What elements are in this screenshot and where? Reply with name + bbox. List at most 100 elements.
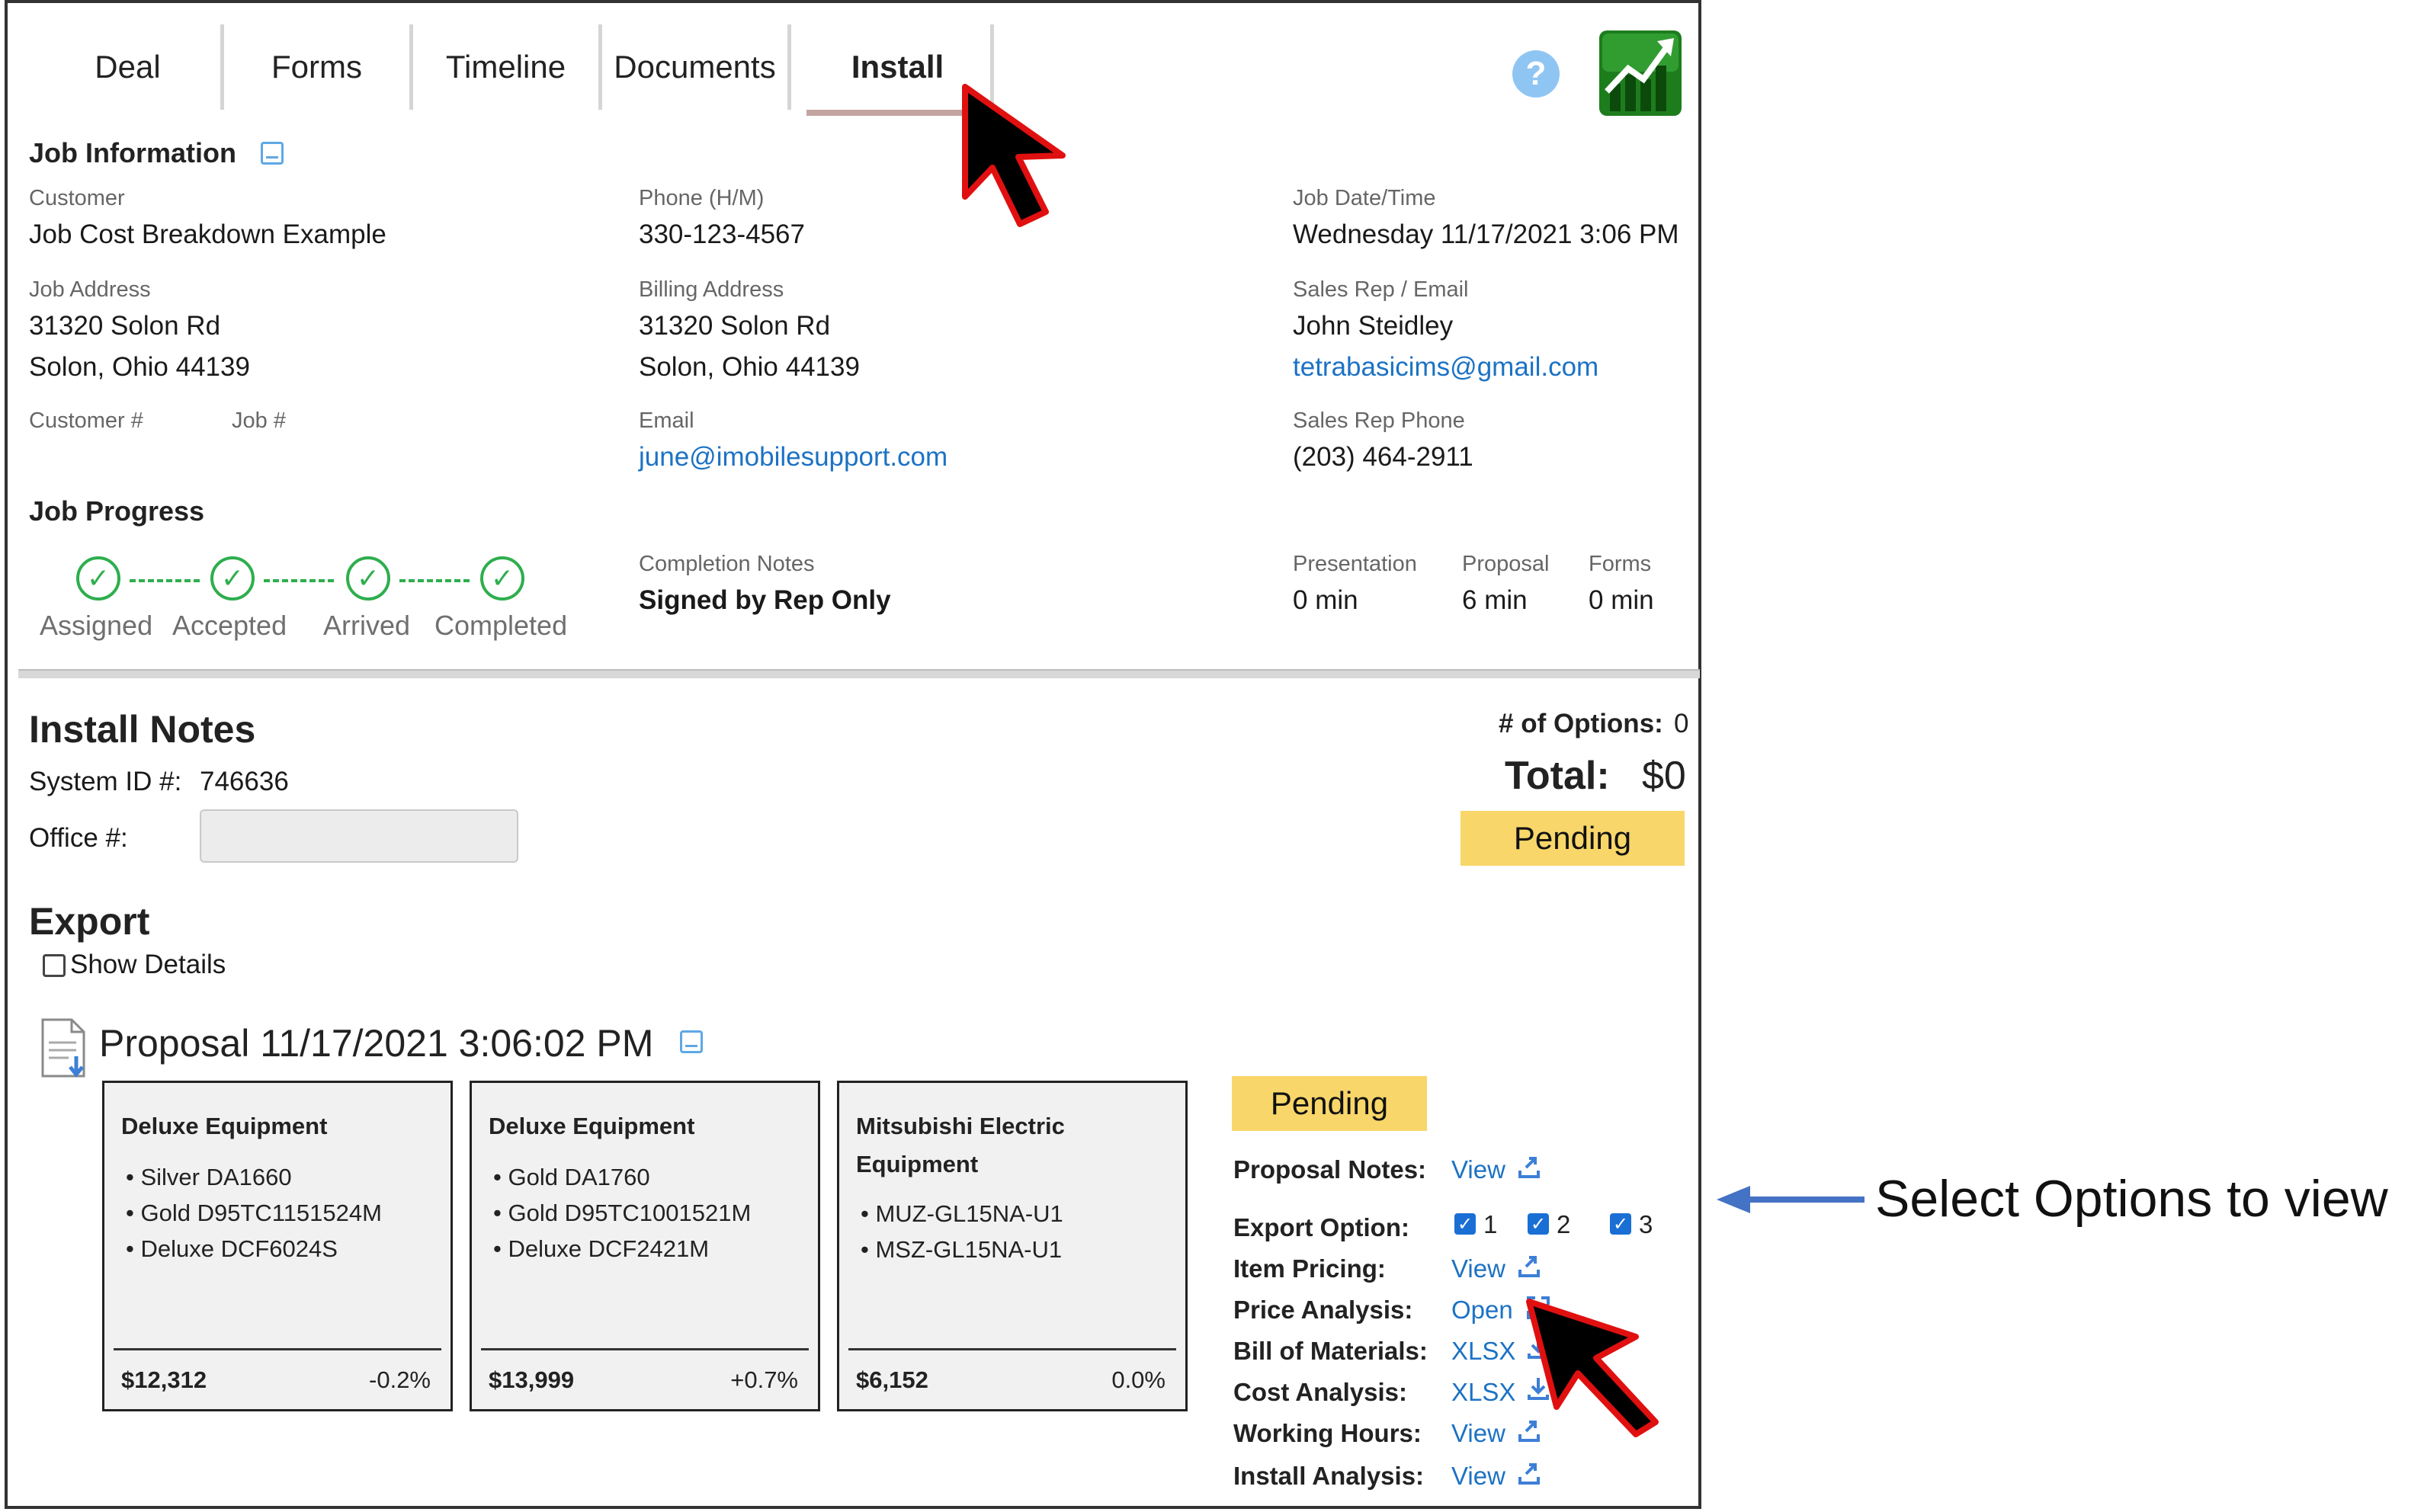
edit-icon[interactable]: [261, 142, 284, 165]
presentation-time-value: 0 min: [1293, 585, 1358, 615]
status-badge: Pending: [1460, 811, 1685, 866]
option-card-price: $13,999: [489, 1366, 575, 1393]
progress-connector: [399, 579, 470, 582]
job-date-value: Wednesday 11/17/2021 3:06 PM: [1293, 219, 1679, 249]
option-card-item: Deluxe DCF6024S: [126, 1231, 382, 1267]
help-icon[interactable]: ?: [1512, 50, 1560, 98]
sales-rep-name: John Steidley: [1293, 311, 1454, 341]
price-analysis-open-link[interactable]: Open: [1451, 1296, 1513, 1325]
option-card-item: MUZ-GL15NA-U1: [861, 1196, 1063, 1232]
bill-of-materials-xlsx-link[interactable]: XLSX: [1451, 1337, 1515, 1366]
export-option-number: 2: [1557, 1210, 1571, 1238]
office-number-label: Office #:: [29, 823, 128, 853]
document-download-icon: [41, 1018, 85, 1078]
proposal-notes-view-link[interactable]: View: [1451, 1155, 1505, 1184]
progress-step-accepted: Accepted: [172, 610, 287, 641]
completion-notes-label: Completion Notes: [639, 552, 815, 576]
option-card-item: MSZ-GL15NA-U1: [861, 1232, 1063, 1267]
tab-deal[interactable]: Deal: [35, 24, 224, 110]
option-card-item: Deluxe DCF2421M: [493, 1231, 751, 1267]
progress-step-assigned: Assigned: [40, 610, 153, 641]
price-analysis-label: Price Analysis:: [1233, 1296, 1413, 1324]
options-count-value: 0: [1674, 709, 1689, 738]
option-card-price: $6,152: [856, 1366, 928, 1393]
option-card-item: Gold D95TC1151524M: [126, 1195, 382, 1231]
export-option-number: 3: [1639, 1210, 1653, 1238]
card-divider: [114, 1348, 441, 1350]
tab-timeline[interactable]: Timeline: [413, 24, 602, 110]
tab-forms[interactable]: Forms: [224, 24, 413, 110]
option-card[interactable]: Deluxe Equipment Silver DA1660 Gold D95T…: [102, 1081, 453, 1411]
total-value: $0: [1642, 754, 1686, 798]
item-pricing-view-link[interactable]: View: [1451, 1254, 1505, 1283]
external-view-icon[interactable]: [1517, 1155, 1541, 1180]
cursor-arrow-icon: [962, 84, 1066, 227]
progress-connector: [264, 579, 334, 582]
sales-rep-phone-value: (203) 464-2911: [1293, 442, 1473, 472]
system-id-value: 746636: [200, 767, 289, 796]
presentation-time-label: Presentation: [1293, 552, 1417, 576]
card-divider: [481, 1348, 809, 1350]
proposal-time-label: Proposal: [1462, 552, 1550, 576]
external-view-icon[interactable]: [1517, 1254, 1541, 1279]
install-panel: Deal Forms Timeline Documents Install ? …: [5, 0, 1701, 1509]
billing-address-line2: Solon, Ohio 44139: [639, 352, 860, 382]
option-card-percent: 0.0%: [1111, 1366, 1166, 1393]
external-view-icon[interactable]: [1517, 1462, 1541, 1486]
billing-address-line1: 31320 Solon Rd: [639, 311, 831, 341]
export-option-checkbox-3[interactable]: ✓: [1610, 1213, 1631, 1235]
install-notes-title: Install Notes: [29, 708, 256, 751]
progress-connector: [130, 579, 200, 582]
export-option-label: Export Option:: [1233, 1213, 1409, 1241]
option-card[interactable]: Mitsubishi Electric Equipment MUZ-GL15NA…: [837, 1081, 1188, 1411]
customer-value: Job Cost Breakdown Example: [29, 219, 386, 249]
customer-label: Customer: [29, 186, 125, 210]
system-id-label: System ID #:: [29, 767, 182, 796]
sales-rep-email-link[interactable]: tetrabasicims@gmail.com: [1293, 352, 1598, 383]
export-option-checkbox-2[interactable]: ✓: [1528, 1213, 1549, 1235]
sales-rep-phone-label: Sales Rep Phone: [1293, 408, 1465, 433]
export-option-checkbox-1[interactable]: ✓: [1454, 1213, 1476, 1235]
sales-rep-label: Sales Rep / Email: [1293, 277, 1469, 302]
app-logo: [1599, 30, 1682, 116]
option-card-item: Silver DA1660: [126, 1159, 382, 1195]
edit-icon[interactable]: [680, 1030, 703, 1053]
office-number-input[interactable]: [200, 809, 518, 863]
email-label: Email: [639, 408, 694, 433]
tab-documents[interactable]: Documents: [602, 24, 791, 110]
progress-step-completed: Completed: [434, 610, 568, 641]
completion-notes-value: Signed by Rep Only: [639, 585, 891, 615]
total-label: Total:: [1505, 754, 1610, 798]
option-card-percent: -0.2%: [369, 1366, 431, 1393]
item-pricing-label: Item Pricing:: [1233, 1254, 1386, 1283]
working-hours-view-link[interactable]: View: [1451, 1419, 1505, 1448]
check-circle-icon: ✓: [76, 556, 120, 601]
annotation-callout-text: Select Options to view: [1875, 1170, 2388, 1228]
working-hours-label: Working Hours:: [1233, 1419, 1422, 1447]
job-address-line1: 31320 Solon Rd: [29, 311, 221, 341]
job-address-label: Job Address: [29, 277, 151, 302]
option-card-title: Deluxe Equipment: [121, 1113, 328, 1139]
export-title: Export: [29, 900, 150, 943]
proposal-time-value: 6 min: [1462, 585, 1528, 615]
option-card-item: Gold DA1760: [493, 1159, 751, 1195]
export-option-number: 1: [1483, 1210, 1498, 1238]
job-progress-title: Job Progress: [29, 495, 205, 527]
proposal-notes-label: Proposal Notes:: [1233, 1155, 1427, 1184]
install-analysis-view-link[interactable]: View: [1451, 1462, 1505, 1491]
proposal-title: Proposal 11/17/2021 3:06:02 PM: [99, 1022, 654, 1065]
option-card-items: MUZ-GL15NA-U1 MSZ-GL15NA-U1: [861, 1196, 1063, 1267]
job-date-label: Job Date/Time: [1293, 186, 1436, 210]
options-count-label: # of Options:: [1499, 709, 1663, 738]
forms-time-value: 0 min: [1589, 585, 1654, 615]
option-card-items: Silver DA1660 Gold D95TC1151524M Deluxe …: [126, 1159, 382, 1267]
show-details-checkbox[interactable]: [43, 954, 66, 977]
customer-email-link[interactable]: june@imobilesupport.com: [639, 442, 947, 472]
proposal-status-badge: Pending: [1232, 1076, 1427, 1131]
job-address-line2: Solon, Ohio 44139: [29, 352, 250, 382]
option-card[interactable]: Deluxe Equipment Gold DA1760 Gold D95TC1…: [470, 1081, 820, 1411]
section-divider: [18, 669, 1700, 678]
cost-analysis-label: Cost Analysis:: [1233, 1378, 1408, 1406]
cost-analysis-xlsx-link[interactable]: XLSX: [1451, 1378, 1515, 1407]
option-card-item: Gold D95TC1001521M: [493, 1195, 751, 1231]
